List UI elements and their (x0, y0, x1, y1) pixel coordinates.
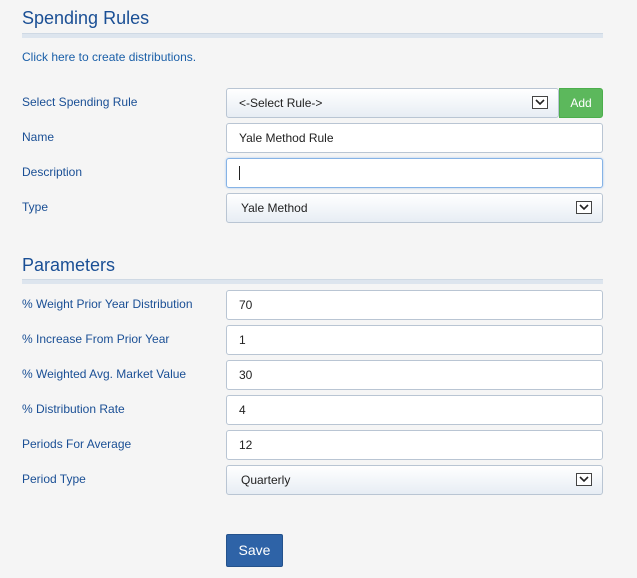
weighted-market-value-label: % Weighted Avg. Market Value (22, 367, 187, 381)
description-input[interactable] (226, 158, 603, 188)
distribution-rate-input[interactable]: 4 (226, 395, 603, 425)
name-label: Name (22, 130, 55, 144)
weighted-market-value-input[interactable]: 30 (226, 360, 603, 390)
period-type-value: Quarterly (241, 473, 291, 487)
add-rule-button[interactable]: Add (559, 88, 603, 118)
section-divider (22, 33, 603, 38)
type-dropdown[interactable]: Yale Method (226, 193, 603, 223)
chevron-down-icon (576, 201, 592, 214)
select-spending-rule-value: <-Select Rule-> (239, 96, 323, 110)
chevron-down-icon (532, 96, 548, 109)
distribution-rate-label: % Distribution Rate (22, 402, 125, 416)
description-label: Description (22, 165, 83, 179)
name-input[interactable]: Yale Method Rule (226, 123, 603, 153)
section-divider (22, 279, 603, 284)
type-value: Yale Method (241, 201, 308, 215)
select-spending-rule-dropdown[interactable]: <-Select Rule-> (226, 88, 559, 118)
weight-prior-year-input[interactable]: 70 (226, 290, 603, 320)
increase-prior-year-label: % Increase From Prior Year (22, 332, 170, 346)
periods-for-average-input[interactable]: 12 (226, 430, 603, 460)
increase-prior-year-input[interactable]: 1 (226, 325, 603, 355)
periods-for-average-label: Periods For Average (22, 437, 132, 451)
create-distributions-link[interactable]: Click here to create distributions. (22, 50, 196, 64)
chevron-down-icon (576, 473, 592, 486)
parameters-title: Parameters (22, 255, 116, 275)
period-type-dropdown[interactable]: Quarterly (226, 465, 603, 495)
weight-prior-year-label: % Weight Prior Year Distribution (22, 297, 193, 311)
select-spending-rule-label: Select Spending Rule (22, 95, 138, 109)
text-cursor (239, 165, 240, 180)
save-button[interactable]: Save (226, 534, 283, 567)
period-type-label: Period Type (22, 472, 86, 486)
spending-rules-title: Spending Rules (22, 8, 150, 28)
type-label: Type (22, 200, 49, 214)
spending-rules-page: Spending Rules Click here to create dist… (0, 0, 637, 578)
